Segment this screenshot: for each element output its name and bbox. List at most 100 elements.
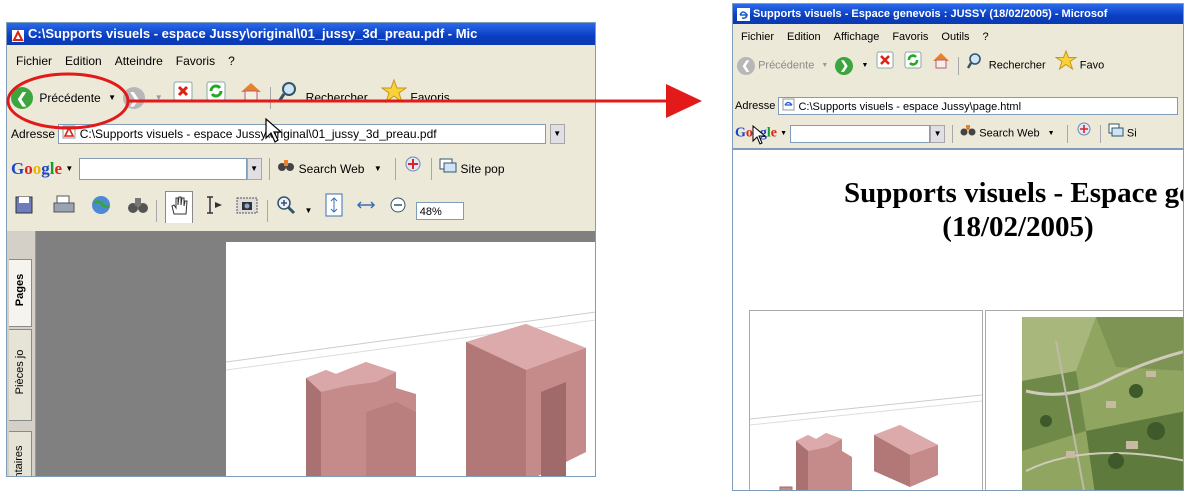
chevron-down-icon[interactable]: ▼ bbox=[155, 81, 163, 114]
tab-attachments-label: Pièces jo bbox=[14, 349, 26, 395]
search-icon[interactable] bbox=[966, 51, 986, 78]
pagerank-icon[interactable] bbox=[1075, 121, 1093, 145]
menu-help[interactable]: ? bbox=[983, 28, 989, 46]
menu-edition[interactable]: Edition bbox=[65, 51, 102, 71]
zoom-out-icon[interactable] bbox=[388, 195, 408, 223]
search-web-label[interactable]: Search Web bbox=[979, 128, 1039, 140]
binoculars-icon[interactable] bbox=[277, 155, 295, 182]
web-page-content: Supports visuels - Espace ge (18/02/2005… bbox=[733, 148, 1183, 490]
favorites-star-icon[interactable] bbox=[380, 79, 408, 113]
right-nav-toolbar: ❮ Précédente ▼ ❯ ▼ Rechercher Favo bbox=[733, 50, 1183, 78]
toolbar-divider bbox=[952, 124, 954, 143]
menu-favoris[interactable]: Favoris bbox=[176, 51, 215, 71]
menu-fichier[interactable]: Fichier bbox=[741, 28, 774, 46]
back-button-label[interactable]: Précédente bbox=[758, 60, 814, 72]
email-globe-icon[interactable] bbox=[90, 194, 114, 223]
chevron-down-icon[interactable]: ▼ bbox=[108, 81, 116, 114]
snapshot-icon[interactable] bbox=[235, 194, 259, 223]
favorites-star-icon[interactable] bbox=[1054, 50, 1078, 78]
hand-tool-icon[interactable] bbox=[164, 191, 193, 223]
home-icon[interactable] bbox=[931, 51, 951, 78]
back-button-label[interactable]: Précédente bbox=[39, 91, 100, 105]
right-window-title: Supports visuels - Espace genevois : JUS… bbox=[753, 8, 1108, 20]
search-button-label[interactable]: Rechercher bbox=[306, 91, 368, 105]
google-search-input[interactable] bbox=[78, 157, 247, 180]
fit-page-icon[interactable] bbox=[324, 193, 344, 223]
popup-blocker-icon[interactable] bbox=[439, 155, 457, 182]
print-icon[interactable] bbox=[52, 194, 76, 223]
save-icon[interactable] bbox=[13, 194, 35, 223]
binoculars-icon[interactable] bbox=[127, 194, 149, 223]
address-label: Adresse bbox=[11, 126, 56, 141]
google-logo[interactable]: Google bbox=[11, 159, 62, 178]
pdf-icon bbox=[62, 125, 76, 143]
google-dropdown-arrow[interactable]: ▼ bbox=[930, 124, 946, 143]
menu-outils[interactable]: Outils bbox=[941, 28, 969, 46]
acrobat-toolbar: ▼ 48% bbox=[7, 191, 595, 223]
address-field[interactable]: C:\Supports visuels - espace Jussy\origi… bbox=[58, 123, 547, 144]
popup-blocker-icon[interactable] bbox=[1108, 122, 1124, 146]
chevron-down-icon[interactable]: ▼ bbox=[780, 122, 787, 146]
menu-fichier[interactable]: Fichier bbox=[16, 51, 52, 71]
chevron-down-icon[interactable]: ▼ bbox=[374, 155, 382, 182]
favorites-button-label[interactable]: Favoris bbox=[410, 91, 449, 105]
page-heading-line-1: Supports visuels - Espace ge bbox=[843, 177, 1184, 209]
pdf-page bbox=[226, 242, 595, 476]
fit-width-icon[interactable] bbox=[355, 194, 377, 223]
pdf-icon bbox=[11, 28, 25, 42]
forward-arrow-icon[interactable]: ❯ bbox=[123, 86, 146, 109]
menu-affichage[interactable]: Affichage bbox=[834, 28, 880, 46]
left-title-bar[interactable]: C:\Supports visuels - espace Jussy\origi… bbox=[7, 23, 595, 45]
chevron-down-icon[interactable]: ▼ bbox=[861, 52, 868, 79]
stop-icon[interactable] bbox=[172, 80, 194, 113]
address-label: Adresse bbox=[735, 100, 776, 113]
binoculars-icon[interactable] bbox=[960, 122, 976, 146]
chevron-down-icon[interactable]: ▼ bbox=[1048, 122, 1055, 146]
tab-attachments[interactable]: Pièces jo bbox=[9, 329, 32, 421]
forward-arrow-icon[interactable]: ❯ bbox=[835, 56, 854, 75]
pagerank-icon[interactable] bbox=[403, 155, 423, 182]
aerial-photo-image bbox=[1022, 317, 1183, 490]
menu-favoris[interactable]: Favoris bbox=[892, 28, 928, 46]
google-dropdown-arrow[interactable]: ▼ bbox=[246, 157, 262, 180]
tab-comments[interactable]: ntaires bbox=[9, 431, 32, 477]
ie-icon bbox=[737, 7, 750, 21]
toolbar-divider bbox=[430, 157, 432, 180]
chevron-down-icon[interactable]: ▼ bbox=[65, 155, 73, 182]
menu-edition[interactable]: Edition bbox=[787, 28, 821, 46]
home-icon[interactable] bbox=[239, 80, 263, 113]
menu-help[interactable]: ? bbox=[228, 51, 235, 71]
thumbnail-3d-buildings[interactable] bbox=[749, 310, 983, 490]
favorites-button-label[interactable]: Favo bbox=[1080, 60, 1104, 72]
zoom-in-icon[interactable] bbox=[275, 194, 297, 223]
left-address-bar: Adresse C:\Supports visuels - espace Jus… bbox=[7, 120, 595, 146]
search-web-label[interactable]: Search Web bbox=[299, 162, 365, 176]
back-arrow-icon[interactable]: ❮ bbox=[737, 56, 755, 75]
chevron-down-icon[interactable]: ▼ bbox=[821, 52, 828, 79]
stop-icon[interactable] bbox=[876, 51, 894, 78]
site-popup-label[interactable]: Site pop bbox=[460, 162, 504, 176]
site-popup-label[interactable]: Si bbox=[1127, 128, 1137, 140]
back-arrow-icon[interactable]: ❮ bbox=[11, 86, 33, 109]
text-select-icon[interactable] bbox=[202, 194, 226, 223]
tab-comments-label: ntaires bbox=[13, 445, 25, 477]
refresh-icon[interactable] bbox=[205, 80, 227, 113]
address-dropdown-arrow[interactable]: ▼ bbox=[549, 123, 565, 144]
thumbnail-aerial-photo[interactable] bbox=[985, 310, 1183, 490]
zoom-level-field[interactable]: 48% bbox=[415, 202, 464, 220]
right-title-bar[interactable]: Supports visuels - Espace genevois : JUS… bbox=[733, 4, 1183, 24]
address-field[interactable]: C:\Supports visuels - espace Jussy\page.… bbox=[778, 97, 1179, 116]
refresh-icon[interactable] bbox=[904, 51, 922, 78]
menu-atteindre[interactable]: Atteindre bbox=[115, 51, 163, 71]
search-button-label[interactable]: Rechercher bbox=[989, 60, 1046, 72]
chevron-down-icon[interactable]: ▼ bbox=[304, 195, 312, 223]
page-heading: Supports visuels - Espace ge (18/02/2005… bbox=[733, 176, 1184, 244]
right-google-toolbar: Google ▼ ▼ Search Web ▼ Si bbox=[733, 121, 1183, 145]
tab-pages[interactable]: Pages bbox=[9, 259, 32, 327]
toolbar-divider bbox=[268, 157, 270, 180]
ie-page-icon bbox=[782, 98, 795, 114]
mouse-cursor-icon bbox=[265, 118, 283, 143]
toolbar-divider bbox=[395, 157, 397, 180]
google-search-input[interactable] bbox=[790, 124, 931, 143]
search-icon[interactable] bbox=[278, 80, 302, 113]
